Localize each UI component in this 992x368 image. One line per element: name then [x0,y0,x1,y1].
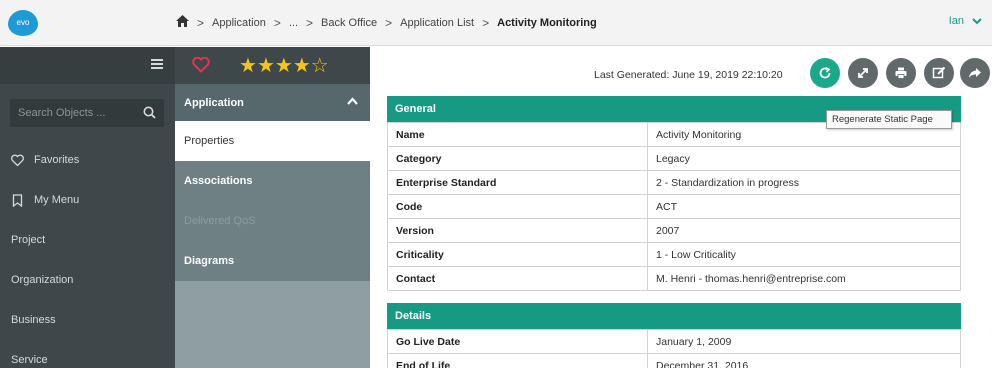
nav-item-label: Organization [11,274,74,286]
star-outline-icon[interactable]: ☆ [311,55,329,77]
subnav-item-delivered-qos: Delivered QoS [175,201,370,241]
nav-item-favorites[interactable]: Favorites [0,141,175,179]
table-row: Criticality 1 - Low Criticality [387,242,961,267]
main-content: Last Generated: June 19, 2019 22:10:20 G… [370,47,992,368]
favorite-rating-bar: ★★★★☆ [175,47,370,84]
breadcrumb-separator: > [273,15,281,30]
star-icon[interactable]: ★ [239,55,257,77]
breadcrumb-separator: > [385,15,393,30]
breadcrumb-separator: > [197,15,205,30]
nav-item-label: Project [11,234,46,246]
table-row: End of Life December 31, 2016 [387,353,961,368]
print-icon [895,67,907,79]
star-icon[interactable]: ★ [293,55,311,77]
user-menu[interactable]: Ian [949,15,982,27]
star-icon[interactable]: ★ [257,55,275,77]
details-table: Go Live Date January 1, 2009 End of Life D… [387,329,961,368]
section-header-application[interactable]: Application [175,84,370,121]
chevron-down-icon [972,18,982,25]
nav-item-service[interactable]: Service [0,341,175,368]
details-panel-header: Details [387,303,961,329]
property-key: Criticality [387,242,648,267]
chevron-up-icon [347,97,358,105]
hamburger-icon[interactable] [151,59,163,69]
search-icon[interactable] [143,106,156,119]
rating-stars[interactable]: ★★★★☆ [239,53,329,78]
property-value: 2007 [647,218,961,243]
left-nav: Search Objects ... Favorites My Menu Pro… [0,47,175,368]
property-value: January 1, 2009 [647,329,961,354]
bookmark-icon [12,193,23,207]
star-icon[interactable]: ★ [275,55,293,77]
nav-item-label: Service [11,354,48,366]
property-key: Code [387,194,648,219]
breadcrumb-current: Activity Monitoring [497,16,597,29]
nav-item-my-menu[interactable]: My Menu [0,181,175,219]
object-nav: ★★★★☆ Application Properties Association… [175,47,370,368]
edit-button[interactable] [924,58,954,88]
property-value: 2 - Standardization in progress [647,170,961,195]
property-value: M. Henri - thomas.henri@entreprise.com [647,266,961,291]
property-key: Go Live Date [387,329,648,354]
favorite-heart-icon[interactable] [192,57,210,73]
table-row: Category Legacy [387,146,961,171]
expand-icon [858,68,868,78]
home-icon[interactable] [176,15,189,30]
last-generated: Last Generated: June 19, 2019 22:10:20 [594,69,783,81]
section-title: Application [184,96,244,109]
regenerate-button[interactable] [810,58,840,88]
property-value: ACT [647,194,961,219]
breadcrumb-item[interactable]: Application [212,17,266,29]
heart-icon [11,154,24,166]
breadcrumb-item[interactable]: Back Office [321,17,377,29]
app-logo[interactable]: evo [8,10,38,36]
table-row: Code ACT [387,194,961,219]
subnav-item-label: Properties [184,135,235,147]
table-row: Go Live Date January 1, 2009 [387,329,961,354]
menu-toggle-bar [0,47,175,84]
table-row: Version 2007 [387,218,961,243]
tooltip: Regenerate Static Page [826,110,952,129]
table-row: Enterprise Standard 2 - Standardization i… [387,170,961,195]
property-value: December 31, 2016 [647,353,961,368]
share-button[interactable] [960,58,990,88]
breadcrumb-separator: > [306,15,314,30]
subnav-item-label: Diagrams [184,255,235,267]
nav-item-label: Business [11,314,56,326]
breadcrumb-item[interactable]: ... [289,17,298,29]
search-placeholder: Search Objects ... [18,107,106,119]
nav-item-organization[interactable]: Organization [0,261,175,299]
fullscreen-button[interactable] [848,58,878,88]
nav-item-business[interactable]: Business [0,301,175,339]
nav-item-label: My Menu [34,194,80,206]
table-row: Contact M. Henri - thomas.henri@entrepris… [387,266,961,291]
property-key: Version [387,218,648,243]
print-button[interactable] [886,58,916,88]
subnav-item-label: Delivered QoS [184,215,256,227]
nav-item-label: Favorites [34,154,80,166]
property-value: Legacy [647,146,961,171]
nav-item-project[interactable]: Project [0,221,175,259]
edit-icon [932,66,946,79]
breadcrumb-item[interactable]: Application List [400,17,474,29]
property-key: Name [387,122,648,147]
top-bar: evo > Application > ... > Back Office > … [0,0,992,46]
property-value: 1 - Low Criticality [647,242,961,267]
share-icon [969,68,981,78]
property-key: Contact [387,266,648,291]
property-key: Enterprise Standard [387,170,648,195]
search-input[interactable]: Search Objects ... [10,99,164,127]
property-key: End of Life [387,353,648,368]
subnav-item-associations[interactable]: Associations [175,161,370,201]
refresh-icon [819,66,831,79]
subnav-item-diagrams[interactable]: Diagrams [175,241,370,281]
general-table: Name Activity Monitoring Category Legacy E… [387,122,961,291]
subnav-item-properties[interactable]: Properties [175,121,370,161]
subnav-item-label: Associations [184,175,253,187]
user-name: Ian [948,15,964,27]
property-key: Category [387,146,648,171]
breadcrumb-separator: > [482,15,490,30]
breadcrumb: > Application > ... > Back Office > Appl… [176,15,597,30]
